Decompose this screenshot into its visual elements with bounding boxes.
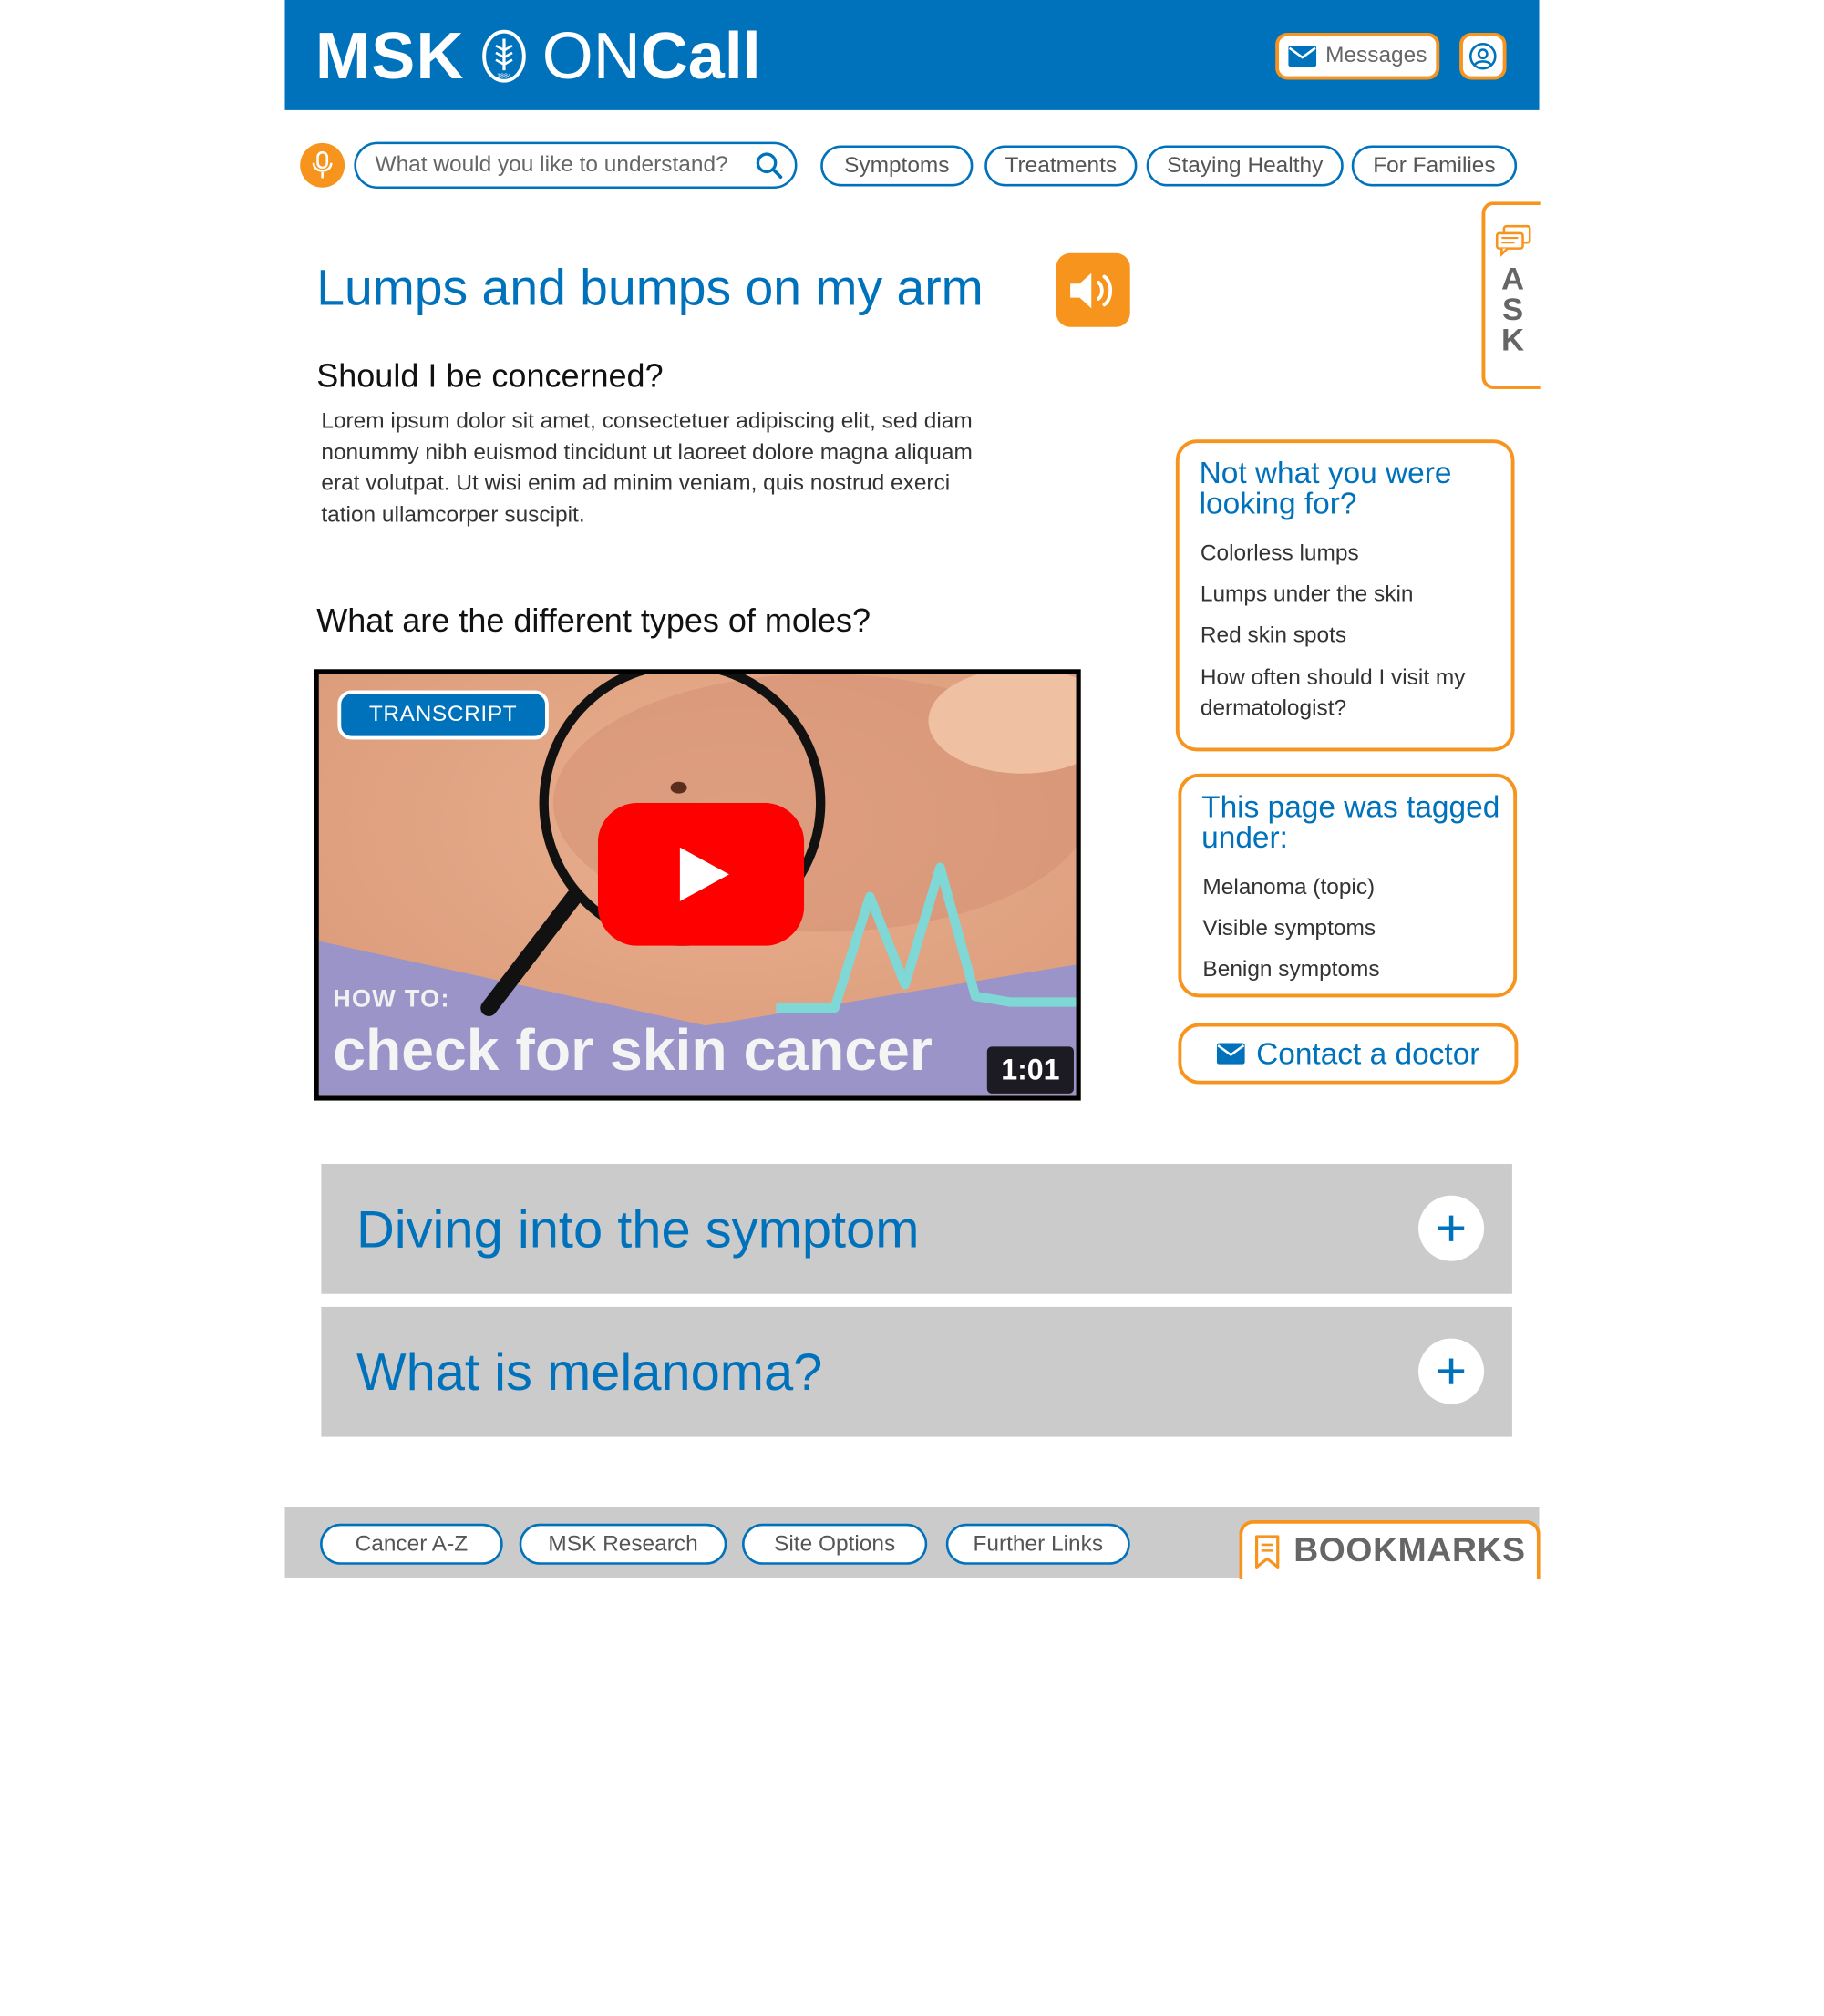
- logo-msk-text: MSK: [314, 18, 465, 93]
- emblem-year: 1884: [498, 74, 512, 80]
- read-aloud-button[interactable]: [1056, 252, 1130, 327]
- accordion-what-is-melanoma[interactable]: What is melanoma?: [321, 1306, 1512, 1437]
- ask-tab[interactable]: A S K: [1481, 201, 1541, 389]
- bookmarks-tab[interactable]: BOOKMARKS: [1239, 1519, 1541, 1579]
- suggestion-link[interactable]: Red skin spots: [1201, 622, 1346, 652]
- speaker-icon: [1069, 272, 1112, 308]
- envelope-icon: [1216, 1043, 1245, 1065]
- logo-on-text: ON: [541, 18, 641, 93]
- tags-card: This page was tagged under: Melanoma (to…: [1178, 773, 1518, 998]
- section-body-text: Lorem ipsum dolor sit amet, consectetuer…: [321, 408, 973, 528]
- user-circle-icon: [1469, 42, 1497, 70]
- video-player[interactable]: HOW TO: check for skin cancer TRANSCRIPT…: [314, 669, 1081, 1101]
- ask-label: A S K: [1501, 261, 1525, 358]
- contact-doctor-button[interactable]: Contact a doctor: [1178, 1023, 1519, 1085]
- footer-link-further-links[interactable]: Further Links: [945, 1523, 1130, 1565]
- envelope-icon: [1287, 46, 1316, 67]
- top-header: MSK 1884 ON Call Messages: [284, 0, 1540, 110]
- account-button[interactable]: [1459, 33, 1507, 80]
- ask-letter: K: [1501, 322, 1525, 358]
- video-howto-text: HOW TO:: [333, 985, 450, 1013]
- suggestion-link[interactable]: How often should I visit my dermatologis…: [1201, 663, 1494, 725]
- suggestion-link[interactable]: Lumps under the skin: [1201, 581, 1414, 611]
- tag-link[interactable]: Visible symptoms: [1202, 914, 1376, 944]
- video-title-text: check for skin cancer: [333, 1017, 933, 1084]
- accordion-title: Diving into the symptom: [356, 1198, 920, 1259]
- section-heading-concerned: Should I be concerned?: [316, 357, 664, 395]
- logo-call-text: Call: [640, 18, 761, 93]
- suggestions-title: Not what you were looking for?: [1199, 454, 1452, 520]
- bookmarks-label: BOOKMARKS: [1293, 1531, 1526, 1569]
- ask-letter: A: [1501, 261, 1525, 297]
- search-bar: [354, 141, 798, 190]
- footer-link-site-options[interactable]: Site Options: [742, 1523, 928, 1565]
- tags-title: This page was tagged under:: [1201, 788, 1500, 855]
- expand-plus-icon[interactable]: [1418, 1338, 1485, 1404]
- bookmark-icon: [1254, 1534, 1279, 1569]
- suggestions-card: Not what you were looking for? Colorless…: [1175, 439, 1515, 752]
- section-heading-moles: What are the different types of moles?: [316, 602, 871, 639]
- footer-link-msk-research[interactable]: MSK Research: [519, 1523, 727, 1565]
- chat-bubbles-icon: [1495, 224, 1530, 257]
- contact-doctor-label: Contact a doctor: [1256, 1035, 1480, 1071]
- video-duration: 1:01: [986, 1046, 1074, 1094]
- page-title: Lumps and bumps on my arm: [316, 260, 984, 317]
- nav-staying-healthy[interactable]: Staying Healthy: [1146, 145, 1344, 187]
- plus-glyph: [1438, 1215, 1465, 1241]
- suggestion-link[interactable]: Colorless lumps: [1201, 540, 1359, 570]
- microphone-icon: [312, 150, 333, 179]
- transcript-button[interactable]: TRANSCRIPT: [337, 690, 549, 740]
- nav-treatments[interactable]: Treatments: [984, 145, 1138, 187]
- expand-plus-icon[interactable]: [1418, 1195, 1485, 1261]
- voice-search-button[interactable]: [300, 142, 345, 188]
- messages-button[interactable]: Messages: [1275, 33, 1440, 80]
- search-input[interactable]: [372, 150, 756, 180]
- messages-label: Messages: [1325, 43, 1427, 68]
- accordion-diving-into-symptom[interactable]: Diving into the symptom: [321, 1163, 1512, 1294]
- youtube-play-icon[interactable]: [597, 802, 805, 946]
- accordion-title: What is melanoma?: [356, 1341, 823, 1402]
- magnifier-icon[interactable]: [755, 151, 783, 180]
- tag-link[interactable]: Melanoma (topic): [1202, 873, 1375, 903]
- ask-letter: S: [1501, 292, 1524, 327]
- footer-link-cancer-az[interactable]: Cancer A-Z: [320, 1523, 503, 1565]
- plus-glyph: [1438, 1358, 1465, 1384]
- tag-link[interactable]: Benign symptoms: [1202, 955, 1379, 985]
- msk-emblem-icon: 1884: [482, 29, 527, 83]
- msk-oncall-logo[interactable]: MSK 1884 ON Call: [314, 18, 761, 93]
- nav-symptoms[interactable]: Symptoms: [820, 145, 974, 187]
- nav-for-families[interactable]: For Families: [1351, 145, 1518, 187]
